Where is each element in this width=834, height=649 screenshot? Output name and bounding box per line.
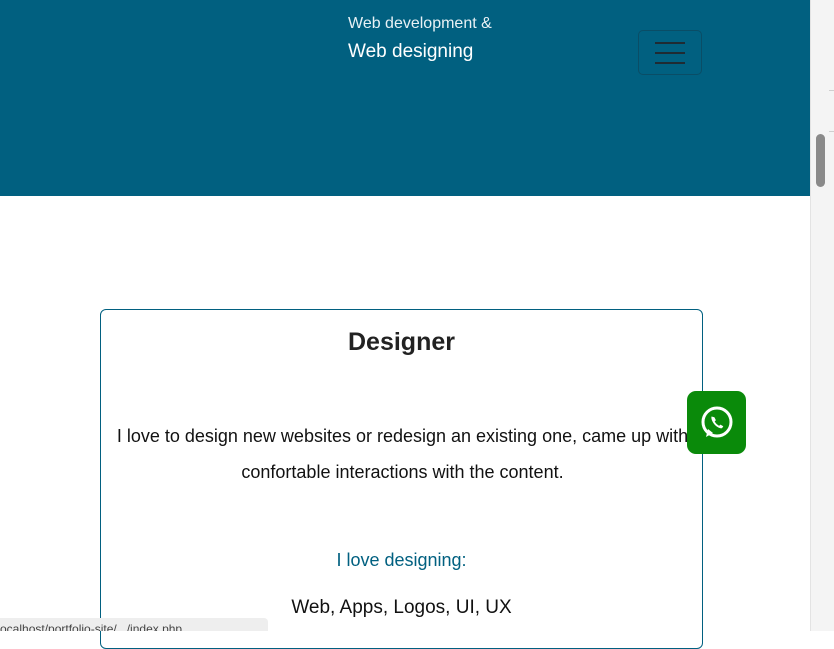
hamburger-menu-icon <box>655 41 685 44</box>
brand-title[interactable]: Web designing <box>348 41 473 63</box>
navbar-toggle-button[interactable] <box>638 30 702 75</box>
whatsapp-button[interactable] <box>687 391 746 454</box>
hamburger-menu-icon <box>655 51 685 54</box>
card-title: Designer <box>348 328 455 356</box>
scroll-track-marker <box>829 90 834 132</box>
love-designing-label: I love designing: <box>336 550 467 570</box>
link-status-bar: ocalhost/portfolio-site/.../index.php <box>0 618 268 631</box>
whatsapp-icon <box>701 406 732 437</box>
page-header: Web development & Web designing <box>0 0 810 196</box>
skills-list: Web, Apps, Logos, UI, UX <box>291 597 512 618</box>
page-scrollbar[interactable] <box>810 0 834 631</box>
scrollbar-thumb[interactable] <box>816 134 825 187</box>
card-description: I love to design new websites or redesig… <box>116 426 689 482</box>
designer-card: Designer I love to design new websites o… <box>100 309 703 649</box>
hamburger-menu-icon <box>655 61 685 64</box>
brand-subtitle: Web development & <box>348 15 492 32</box>
